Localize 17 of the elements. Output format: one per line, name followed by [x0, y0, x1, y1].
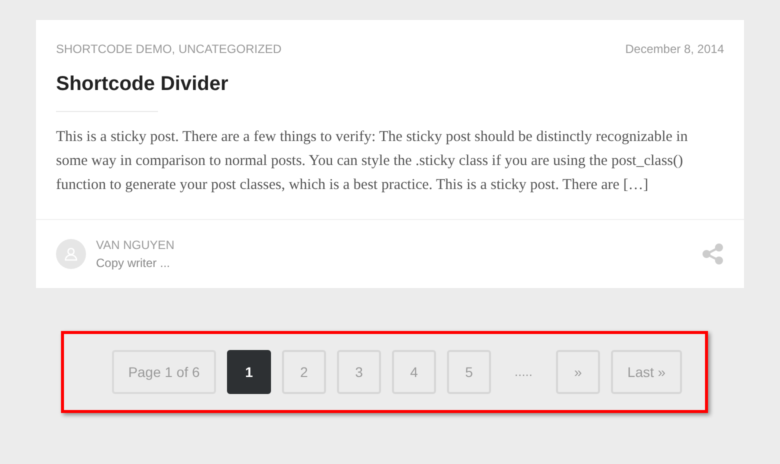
page-button[interactable]: 5	[447, 350, 491, 394]
page-button[interactable]: Last »	[611, 350, 682, 394]
page-button[interactable]: 4	[392, 350, 436, 394]
share-icon[interactable]	[702, 243, 724, 265]
page-button[interactable]: 1	[227, 350, 271, 394]
author-name[interactable]: VAN NGUYEN	[96, 236, 174, 254]
pagination-ellipsis: .....	[513, 363, 534, 382]
page-button[interactable]: »	[556, 350, 600, 394]
author-role: Copy writer ...	[96, 255, 172, 272]
page-button[interactable]: 3	[337, 350, 381, 394]
post-date: December 8, 2014	[625, 41, 724, 58]
post-categories[interactable]: SHORTCODE DEMO, UNCATEGORIZED	[56, 40, 282, 58]
page-info[interactable]: Page 1 of 6	[112, 350, 216, 394]
page-button[interactable]: 2	[282, 350, 326, 394]
post-excerpt: This is a sticky post. There are a few things to verify: The sticky post should be distinctly recognizable in some way in comparison to normal posts. You can style the .sticky class if you are using the post_class() function to generate your post classes, which is a best practice. This is a sticky post. There are […]	[56, 128, 689, 195]
post-title[interactable]: Shortcode Divider	[56, 69, 724, 99]
avatar-icon	[56, 239, 86, 269]
